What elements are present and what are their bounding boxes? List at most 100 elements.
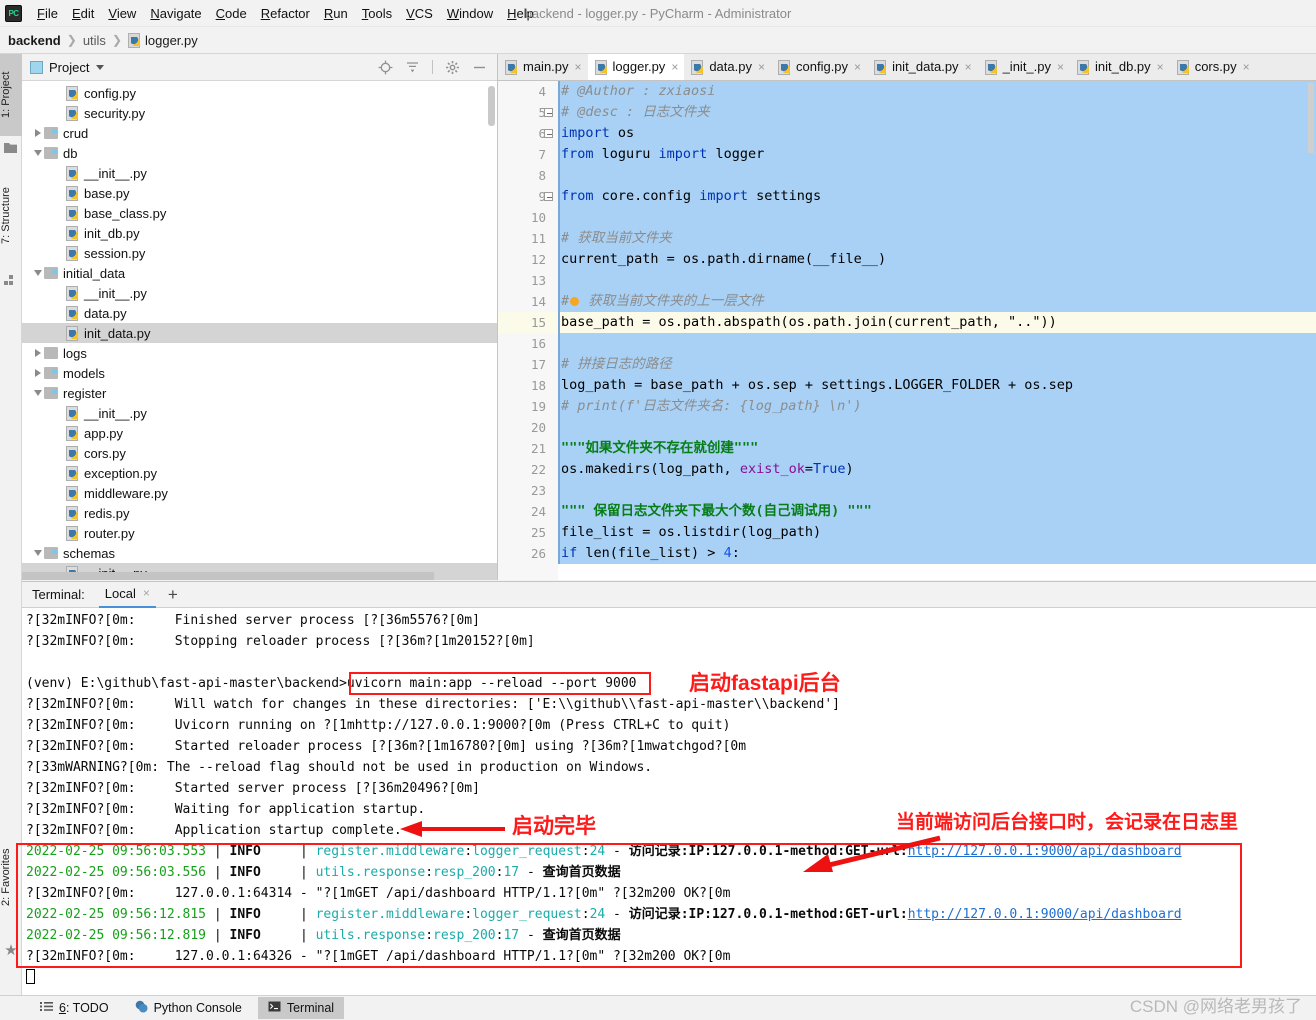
fold-column[interactable] (544, 81, 558, 580)
tree-vertical-scrollbar[interactable] (488, 86, 495, 126)
editor-tab-config-py[interactable]: config.py × (771, 54, 867, 80)
code-line[interactable]: from loguru import logger (558, 144, 1316, 165)
close-icon[interactable]: × (671, 61, 678, 73)
close-icon[interactable]: × (758, 61, 765, 73)
menu-item-navigate[interactable]: Navigate (143, 3, 208, 24)
tree-item[interactable]: exception.py (22, 463, 497, 483)
code-line[interactable] (558, 417, 1316, 438)
code-line[interactable]: # @desc : 日志文件夹 (558, 102, 1316, 123)
gear-icon[interactable] (445, 60, 460, 75)
editor-tab-init_data-py[interactable]: init_data.py × (867, 54, 978, 80)
chevron-down-icon[interactable] (32, 383, 44, 403)
tree-item[interactable]: initial_data (22, 263, 497, 283)
breadcrumb-item-logger[interactable]: logger.py (145, 33, 198, 48)
code-line[interactable] (558, 270, 1316, 291)
tree-item[interactable]: session.py (22, 243, 497, 263)
menu-item-vcs[interactable]: VCS (399, 3, 440, 24)
code-line[interactable]: os.makedirs(log_path, exist_ok=True) (558, 459, 1316, 480)
status-bar-item-terminal[interactable]: Terminal (257, 997, 345, 1019)
menu-item-file[interactable]: File (30, 3, 65, 24)
menu-item-edit[interactable]: Edit (65, 3, 101, 24)
breadcrumb-item-utils[interactable]: utils (83, 33, 106, 48)
code-line[interactable]: # @Author : zxiaosi (558, 81, 1316, 102)
tree-item[interactable]: init_data.py (22, 323, 497, 343)
tree-item[interactable]: schemas (22, 543, 497, 563)
tree-item[interactable]: __init__.py (22, 163, 497, 183)
code-line[interactable]: # 获取当前文件夹的上一层文件 (558, 291, 1316, 312)
code-line[interactable]: file_list = os.listdir(log_path) (558, 522, 1316, 543)
chevron-right-icon[interactable] (32, 123, 44, 143)
editor-tab-cors-py[interactable]: cors.py × (1170, 54, 1256, 80)
close-icon[interactable]: × (575, 61, 582, 73)
code-line[interactable]: import os (558, 123, 1316, 144)
menu-item-help[interactable]: Help (500, 3, 541, 24)
tree-item[interactable]: __init__.py (22, 403, 497, 423)
chevron-down-icon[interactable] (96, 64, 105, 70)
chevron-down-icon[interactable] (32, 143, 44, 163)
chevron-right-icon[interactable] (32, 363, 44, 383)
menu-item-view[interactable]: View (101, 3, 143, 24)
tree-item[interactable]: redis.py (22, 503, 497, 523)
editor-tab-data-py[interactable]: data.py × (684, 54, 771, 80)
chevron-right-icon[interactable] (32, 343, 44, 363)
code-editor[interactable]: 4 5 6 7 8 9 10 11 12 13 14 15 16 17 18 19 20 21 22 23 24 25 26… (498, 81, 1316, 580)
tree-item[interactable]: __init__.py (22, 283, 497, 303)
code-line[interactable]: from core.config import settings (558, 186, 1316, 207)
tree-item[interactable]: app.py (22, 423, 497, 443)
project-tree[interactable]: config.py security.py crud db __init__.py bas… (22, 81, 497, 580)
editor-tab-main-py[interactable]: main.py × (498, 54, 588, 80)
sidebar-item-project[interactable]: 1: Project (0, 54, 22, 136)
sidebar-item-favorites[interactable]: 2: Favorites (0, 831, 22, 923)
add-terminal-button[interactable]: + (168, 586, 178, 603)
menu-item-window[interactable]: Window (440, 3, 500, 24)
code-line[interactable]: # 拼接日志的路径 (558, 354, 1316, 375)
fold-collapse-icon[interactable] (544, 108, 553, 117)
editor-vertical-scrollbar[interactable] (1308, 83, 1314, 153)
terminal-link[interactable]: http://127.0.0.1:9000/api/dashboard (908, 907, 1182, 922)
code-line[interactable]: current_path = os.path.dirname(__file__) (558, 249, 1316, 270)
breadcrumb[interactable]: backend ❯ utils ❯ logger.py (0, 27, 1316, 54)
close-icon[interactable]: × (1157, 61, 1164, 73)
locate-icon[interactable] (378, 60, 393, 75)
code-line[interactable] (558, 480, 1316, 501)
editor-tab-init_db-py[interactable]: init_db.py × (1070, 54, 1170, 80)
tree-item[interactable]: models (22, 363, 497, 383)
editor-code-area[interactable]: # @Author : zxiaosi # @desc : 日志文件夹 import… (558, 81, 1316, 580)
tree-item[interactable]: init_db.py (22, 223, 497, 243)
breadcrumb-item-backend[interactable]: backend (8, 33, 61, 48)
sidebar-item-structure[interactable]: 7: Structure (0, 164, 22, 268)
terminal-output[interactable]: ?[32mINFO?[0m: Finished server process [… (22, 608, 1316, 995)
code-line[interactable] (558, 333, 1316, 354)
code-line[interactable]: """ 保留日志文件夹下最大个数(自己调试用) """ (558, 501, 1316, 522)
code-line[interactable] (558, 165, 1316, 186)
close-icon[interactable]: × (854, 61, 861, 73)
menu-item-code[interactable]: Code (209, 3, 254, 24)
tree-item[interactable]: base.py (22, 183, 497, 203)
tree-item[interactable]: db (22, 143, 497, 163)
code-line[interactable]: if len(file_list) > 4: (558, 543, 1316, 564)
code-line[interactable]: # 获取当前文件夹 (558, 228, 1316, 249)
minimize-icon[interactable] (472, 60, 487, 75)
code-line[interactable]: """如果文件夹不存在就创建""" (558, 438, 1316, 459)
intention-bulb-icon[interactable] (570, 297, 580, 306)
tree-item[interactable]: config.py (22, 83, 497, 103)
tree-item[interactable]: cors.py (22, 443, 497, 463)
collapse-all-icon[interactable] (405, 60, 420, 75)
fold-collapse-icon[interactable] (544, 129, 553, 138)
code-line[interactable]: base_path = os.path.abspath(os.path.join… (558, 312, 1316, 333)
editor-tab-_init_-py[interactable]: _init_.py × (978, 54, 1070, 80)
menu-item-run[interactable]: Run (317, 3, 355, 24)
menu-item-tools[interactable]: Tools (355, 3, 399, 24)
editor-tab-bar[interactable]: main.py × logger.py × data.py × config.py × init… (498, 54, 1316, 81)
status-bar-item-python-console[interactable]: Python Console (125, 996, 252, 1020)
tree-item[interactable]: crud (22, 123, 497, 143)
tree-item[interactable]: middleware.py (22, 483, 497, 503)
terminal-link[interactable]: http://127.0.0.1:9000/api/dashboard (908, 844, 1182, 859)
code-line[interactable]: log_path = base_path + os.sep + settings… (558, 375, 1316, 396)
fold-collapse-icon[interactable] (544, 192, 553, 201)
menu-item-refactor[interactable]: Refactor (254, 3, 317, 24)
close-icon[interactable]: × (1243, 61, 1250, 73)
chevron-down-icon[interactable] (32, 263, 44, 283)
tree-item[interactable]: base_class.py (22, 203, 497, 223)
terminal-tab-local[interactable]: Local × (98, 582, 156, 608)
